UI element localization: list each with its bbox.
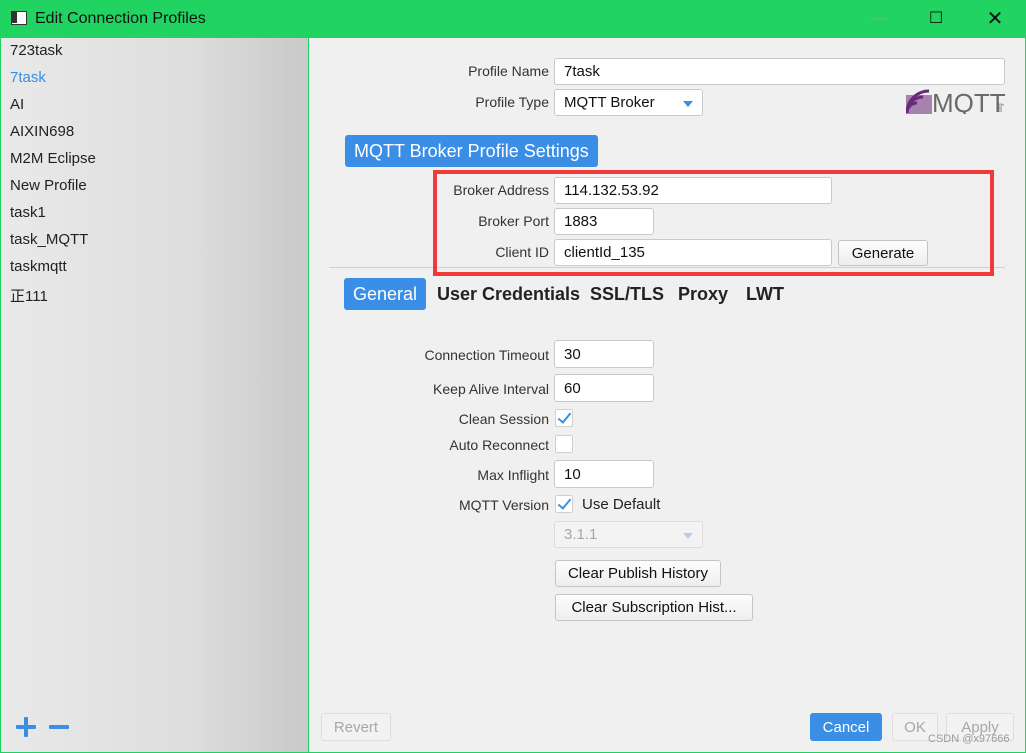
mqtt-logo-subtext: org bbox=[998, 103, 1004, 112]
profile-type-label: Profile Type bbox=[475, 94, 549, 110]
max-inflight-input[interactable]: 10 bbox=[554, 460, 654, 488]
tab-general[interactable]: General bbox=[344, 278, 427, 310]
chevron-down-icon bbox=[683, 101, 693, 107]
remove-profile-minus-icon[interactable] bbox=[49, 717, 69, 737]
close-button[interactable]: ✕ bbox=[972, 6, 1018, 32]
clean-session-checkbox[interactable] bbox=[555, 409, 573, 427]
mqtt-version-label: MQTT Version bbox=[459, 497, 549, 513]
tab-proxy[interactable]: Proxy bbox=[678, 278, 728, 310]
profile-list-item[interactable]: AIXIN698 bbox=[10, 123, 74, 140]
tab-ssl-tls[interactable]: SSL/TLS bbox=[590, 278, 664, 310]
profile-name-label: Profile Name bbox=[468, 63, 549, 79]
tab-lwt[interactable]: LWT bbox=[746, 278, 784, 310]
keep-alive-label: Keep Alive Interval bbox=[433, 381, 549, 397]
auto-reconnect-label: Auto Reconnect bbox=[449, 437, 549, 453]
auto-reconnect-checkbox[interactable] bbox=[555, 435, 573, 453]
add-profile-plus-icon[interactable] bbox=[16, 717, 36, 737]
profile-list-item[interactable]: task1 bbox=[10, 204, 46, 221]
mqtt-logo-text: MQTT bbox=[932, 88, 1006, 114]
clear-subscription-history-button[interactable]: Clear Subscription Hist... bbox=[555, 594, 753, 621]
connection-timeout-label: Connection Timeout bbox=[424, 347, 549, 363]
maximize-button[interactable]: ☐ bbox=[913, 6, 959, 32]
clear-publish-history-button[interactable]: Clear Publish History bbox=[555, 560, 721, 587]
profile-type-value: MQTT Broker bbox=[564, 94, 655, 111]
annotation-highlight-box bbox=[433, 170, 994, 276]
profile-list-item[interactable]: 正111 bbox=[10, 285, 48, 306]
window-title: Edit Connection Profiles bbox=[35, 10, 206, 27]
profile-list-item[interactable]: taskmqtt bbox=[10, 258, 67, 275]
window-app-icon bbox=[11, 11, 27, 25]
profile-list-item[interactable]: M2M Eclipse bbox=[10, 150, 96, 167]
mqtt-version-select[interactable]: 3.1.1 bbox=[554, 521, 703, 548]
profile-type-select[interactable]: MQTT Broker bbox=[554, 89, 703, 116]
profile-settings-panel: Profile Name 7task Profile Type MQTT Bro… bbox=[309, 38, 1025, 752]
connection-timeout-input[interactable]: 30 bbox=[554, 340, 654, 368]
profile-list-sidebar: 723task 7task AI AIXIN698 M2M Eclipse Ne… bbox=[1, 38, 308, 752]
keep-alive-input[interactable]: 60 bbox=[554, 374, 654, 402]
use-default-label: Use Default bbox=[582, 496, 661, 513]
chevron-down-icon bbox=[683, 533, 693, 539]
edit-connection-profiles-window: Edit Connection Profiles — ☐ ✕ 723task 7… bbox=[0, 0, 1026, 753]
cancel-button[interactable]: Cancel bbox=[810, 713, 882, 741]
clean-session-label: Clean Session bbox=[458, 411, 549, 427]
profile-list-item[interactable]: AI bbox=[10, 96, 24, 113]
mqtt-version-value: 3.1.1 bbox=[564, 526, 598, 543]
revert-button[interactable]: Revert bbox=[321, 713, 391, 741]
profile-list-item[interactable]: task_MQTT bbox=[10, 231, 88, 248]
max-inflight-label: Max Inflight bbox=[477, 467, 549, 483]
watermark: CSDN @x97666 bbox=[928, 733, 1010, 745]
profile-name-input[interactable]: 7task bbox=[554, 58, 1005, 85]
profile-list-item[interactable]: New Profile bbox=[10, 177, 87, 194]
titlebar: Edit Connection Profiles — ☐ ✕ bbox=[0, 0, 1026, 38]
minimize-button[interactable]: — bbox=[856, 6, 902, 32]
profile-list-item-selected[interactable]: 7task bbox=[10, 69, 46, 86]
broker-section-header: MQTT Broker Profile Settings bbox=[345, 135, 598, 167]
mqtt-logo: MQTT org bbox=[906, 88, 1006, 114]
use-default-version-checkbox[interactable] bbox=[555, 495, 573, 513]
profile-list-item[interactable]: 723task bbox=[10, 42, 63, 59]
tab-user-credentials[interactable]: User Credentials bbox=[437, 278, 580, 310]
